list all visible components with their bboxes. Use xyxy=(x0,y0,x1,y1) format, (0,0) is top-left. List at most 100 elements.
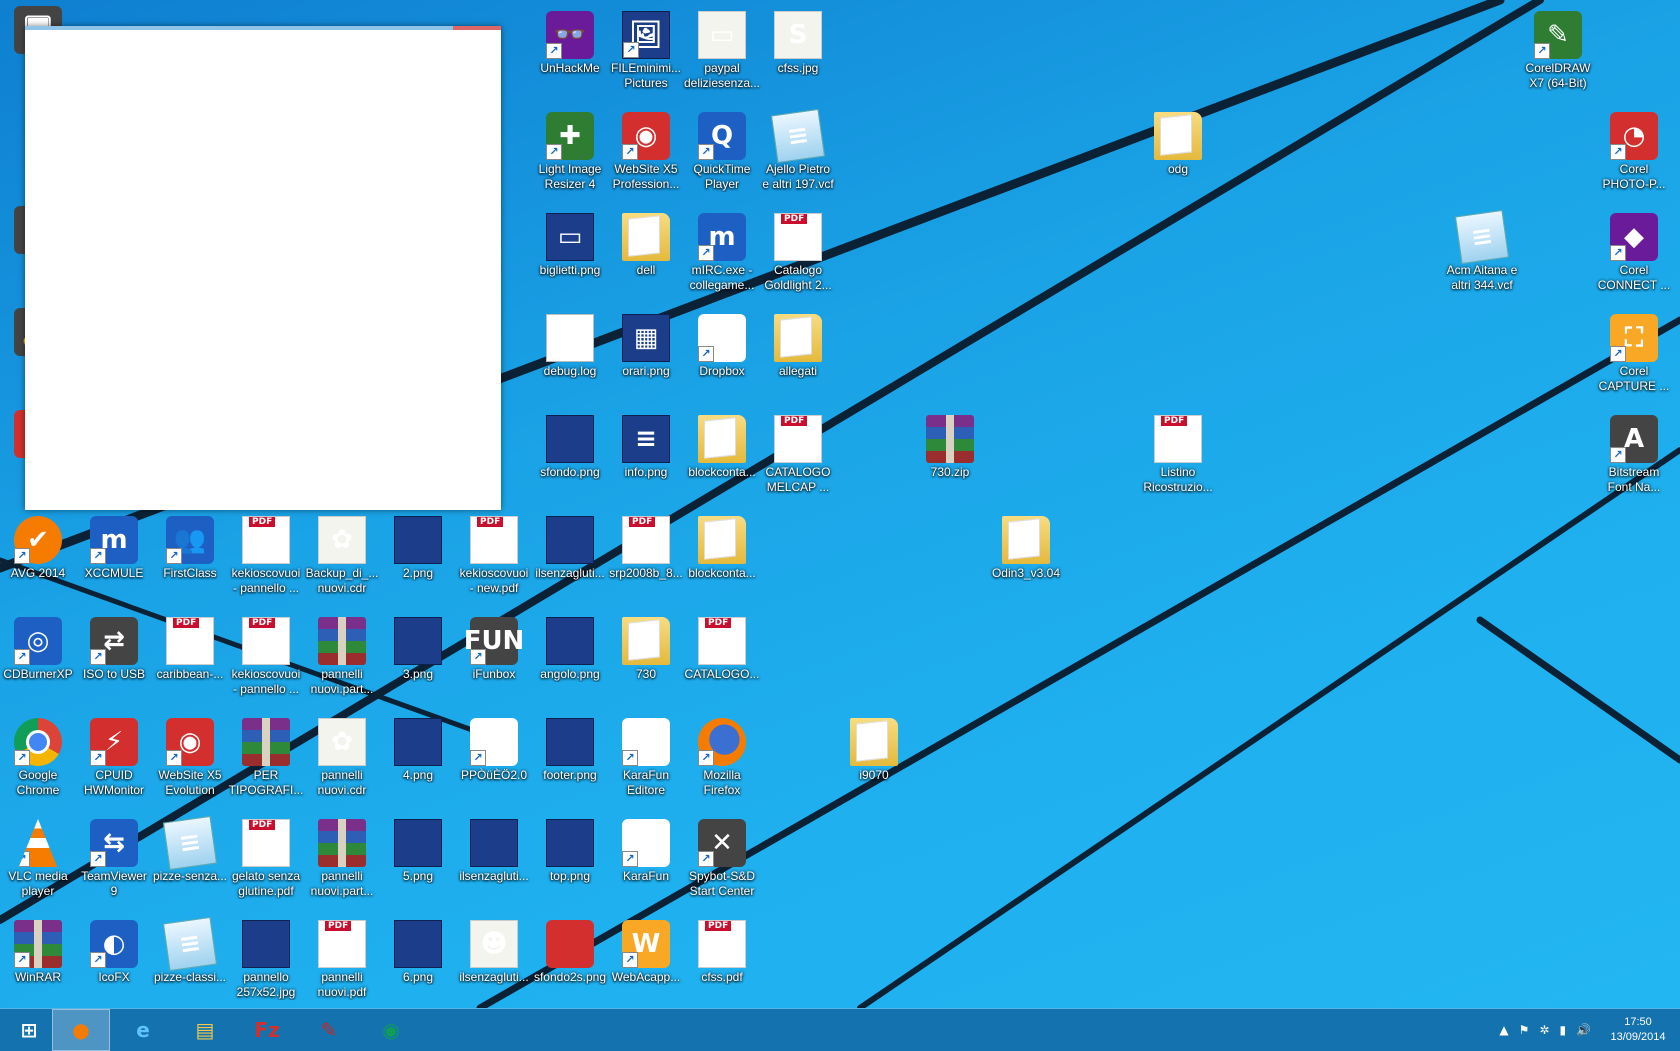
volume-icon[interactable]: 🔊 xyxy=(1576,1023,1591,1037)
desktop-icon[interactable]: angolo.png xyxy=(532,611,608,707)
taskbar-file-explorer[interactable]: ▤ xyxy=(176,1009,234,1051)
desktop-icon[interactable]: ≡ debug.log xyxy=(532,308,608,404)
desktop-icon[interactable]: ⇄ ISO to USB xyxy=(76,611,152,707)
desktop-icon[interactable]: ilsenzagluti... xyxy=(456,813,532,909)
network-shield-icon[interactable]: ✲ xyxy=(1539,1023,1549,1037)
desktop-icon[interactable]: ✚Light Image Resizer 4 xyxy=(532,106,608,202)
desktop-icon[interactable]: ≡ Acm Aitana e altri 344.vcf xyxy=(1444,207,1520,303)
desktop-icon[interactable]: Google Chrome xyxy=(0,712,76,808)
action-center-flag-icon[interactable]: ⚑ xyxy=(1519,1023,1530,1037)
desktop-icon[interactable]: odg xyxy=(1140,106,1216,202)
desktop-icon[interactable]: pannelli nuovi.part... xyxy=(304,611,380,707)
desktop-icon[interactable]: top.png xyxy=(532,813,608,909)
desktop-icon[interactable]: QQuickTime Player xyxy=(684,106,760,202)
desktop-icon[interactable]: footer.png xyxy=(532,712,608,808)
desktop-icon[interactable]: Odin3_v3.04 xyxy=(988,510,1064,606)
desktop-icon[interactable]: ✦ caribbean-... xyxy=(152,611,228,707)
desktop-icon[interactable]: ✦kekioscovuoi - new.pdf xyxy=(456,510,532,606)
desktop-icon[interactable]: sfondo2s.png xyxy=(532,914,608,1008)
desktop-icon[interactable]: ✱KaraFun Editore xyxy=(608,712,684,808)
desktop-icon[interactable]: ◆Corel CONNECT ... xyxy=(1596,207,1672,303)
desktop-icon[interactable]: ✔ AVG 2014 xyxy=(0,510,76,606)
desktop-icon[interactable]: P PPÒüÈÖ2.0 xyxy=(456,712,532,808)
desktop-icon[interactable]: 🖼FILEminimi... Pictures xyxy=(608,5,684,101)
desktop-icon[interactable]: sfondo.png xyxy=(532,409,608,505)
desktop-icon[interactable]: ✦kekioscovuoi - pannello ... xyxy=(228,611,304,707)
desktop-icon[interactable]: ✦CATALOGO MELCAP ... xyxy=(760,409,836,505)
taskbar-internet-explorer[interactable]: e xyxy=(114,1009,172,1051)
desktop-icon[interactable]: ≡ info.png xyxy=(608,409,684,505)
desktop-icon[interactable]: ◐ IcoFX xyxy=(76,914,152,1008)
desktop-icon[interactable]: ⇆TeamViewer 9 xyxy=(76,813,152,909)
desktop-icon[interactable]: ✎CorelDRAW X7 (64-Bit) xyxy=(1520,5,1596,101)
desktop-icon[interactable]: ◎ CDBurnerXP xyxy=(0,611,76,707)
desktop-icon[interactable]: ✦Listino Ricostruzio... xyxy=(1140,409,1216,505)
desktop-icon[interactable]: mmIRC.exe - collegame... xyxy=(684,207,760,303)
desktop-icon[interactable]: 3.png xyxy=(380,611,456,707)
window-close-strip[interactable] xyxy=(453,26,501,30)
show-hidden-icons[interactable]: ▲ xyxy=(1499,1023,1508,1037)
desktop-icon[interactable]: ✦ srp2008b_8... xyxy=(608,510,684,606)
desktop-icon[interactable]: m XCCMULE xyxy=(76,510,152,606)
desktop-icon[interactable]: FUN iFunbox xyxy=(456,611,532,707)
desktop-icon[interactable]: ≡ Ajello Pietro e altri 197.vcf xyxy=(760,106,836,202)
desktop-icon[interactable]: PER TIPOGRAFI... xyxy=(228,712,304,808)
desktop-icon[interactable]: 730 xyxy=(608,611,684,707)
desktop-icon[interactable]: ✱ KaraFun xyxy=(608,813,684,909)
desktop-icon[interactable]: 👥 FirstClass xyxy=(152,510,228,606)
desktop-icon[interactable]: i9070 xyxy=(836,712,912,808)
desktop-icon[interactable]: blockconta... xyxy=(684,409,760,505)
desktop-icon[interactable]: W WebAcapp... xyxy=(608,914,684,1008)
desktop-icon[interactable]: 5.png xyxy=(380,813,456,909)
desktop-icon[interactable]: 👓 UnHackMe xyxy=(532,5,608,101)
taskbar-chrome[interactable]: ◉ xyxy=(362,1009,420,1051)
desktop-icon[interactable]: ✿ Backup_di_... nuovi.cdr xyxy=(304,510,380,606)
desktop-icon[interactable]: ◉WebSite X5 Evolution xyxy=(152,712,228,808)
desktop-icon-label: CATALOGO... xyxy=(684,667,760,681)
taskbar-firefox[interactable]: ● xyxy=(52,1009,110,1051)
desktop-icon[interactable]: allegati xyxy=(760,308,836,404)
desktop-icon[interactable]: ✦Catalogo Goldlight 2... xyxy=(760,207,836,303)
desktop-icon[interactable]: Scfss.jpg xyxy=(760,5,836,101)
desktop-icon[interactable]: 4.png xyxy=(380,712,456,808)
desktop-icon[interactable]: ≡ pizze-classi... xyxy=(152,914,228,1008)
desktop[interactable]: 🖥Qu🔑Pa co🖥CAA Re👓UnHackMe🖼FILEminimi... … xyxy=(0,0,1680,1008)
desktop-icon[interactable]: ≡ pizze-senza... xyxy=(152,813,228,909)
desktop-icon[interactable]: 6.png xyxy=(380,914,456,1008)
taskbar-filezilla[interactable]: Fz xyxy=(238,1009,296,1051)
desktop-icon[interactable]: ▭ biglietti.png xyxy=(532,207,608,303)
start-button[interactable]: ⊞ xyxy=(0,1009,58,1051)
desktop-icon[interactable]: ✦ cfss.pdf xyxy=(684,914,760,1008)
desktop-icon[interactable]: ▭ paypal deliziesenza... xyxy=(684,5,760,101)
taskbar-app[interactable]: ✎ xyxy=(300,1009,358,1051)
blue-icon: ⇆ xyxy=(90,819,138,867)
desktop-icon[interactable]: ✦ CATALOGO... xyxy=(684,611,760,707)
desktop-icon[interactable]: ✦pannelli nuovi.pdf xyxy=(304,914,380,1008)
clock[interactable]: 17:50 13/09/2014 xyxy=(1596,1015,1680,1045)
desktop-icon[interactable]: ⚡CPUID HWMonitor xyxy=(76,712,152,808)
desktop-icon[interactable]: VLC media player xyxy=(0,813,76,909)
blank-window[interactable] xyxy=(25,26,501,510)
desktop-icon[interactable]: ◉WebSite X5 Profession... xyxy=(608,106,684,202)
desktop-icon[interactable]: ABitstream Font Na... xyxy=(1596,409,1672,505)
desktop-icon[interactable]: ilsenzagluti... xyxy=(532,510,608,606)
desktop-icon[interactable]: ☻ ilsenzagluti... xyxy=(456,914,532,1008)
desktop-icon[interactable]: ▦ orari.png xyxy=(608,308,684,404)
desktop-icon[interactable]: blockconta... xyxy=(684,510,760,606)
desktop-icon[interactable]: pannello 257x52.jpg xyxy=(228,914,304,1008)
desktop-icon[interactable]: ✦kekioscovuoi - pannello ... xyxy=(228,510,304,606)
desktop-icon[interactable]: ⛶Corel CAPTURE ... xyxy=(1596,308,1672,404)
desktop-icon[interactable]: 2.png xyxy=(380,510,456,606)
desktop-icon[interactable]: ❖ Dropbox xyxy=(684,308,760,404)
desktop-icon[interactable]: WinRAR xyxy=(0,914,76,1008)
desktop-icon[interactable]: 730.zip xyxy=(912,409,988,505)
signal-bars-icon[interactable]: ▮ xyxy=(1559,1023,1566,1037)
desktop-icon[interactable]: ✕Spybot-S&D Start Center xyxy=(684,813,760,909)
desktop-icon[interactable]: dell xyxy=(608,207,684,303)
desktop-icon[interactable]: ◔Corel PHOTO-P... xyxy=(1596,106,1672,202)
desktop-icon[interactable]: ✿ pannelli nuovi.cdr xyxy=(304,712,380,808)
desktop-icon[interactable]: ✦gelato senza glutine.pdf xyxy=(228,813,304,909)
desktop-icon[interactable]: Mozilla Firefox xyxy=(684,712,760,808)
desktop-icon[interactable]: pannelli nuovi.part... xyxy=(304,813,380,909)
desktop-icon-label: top.png xyxy=(549,869,591,883)
